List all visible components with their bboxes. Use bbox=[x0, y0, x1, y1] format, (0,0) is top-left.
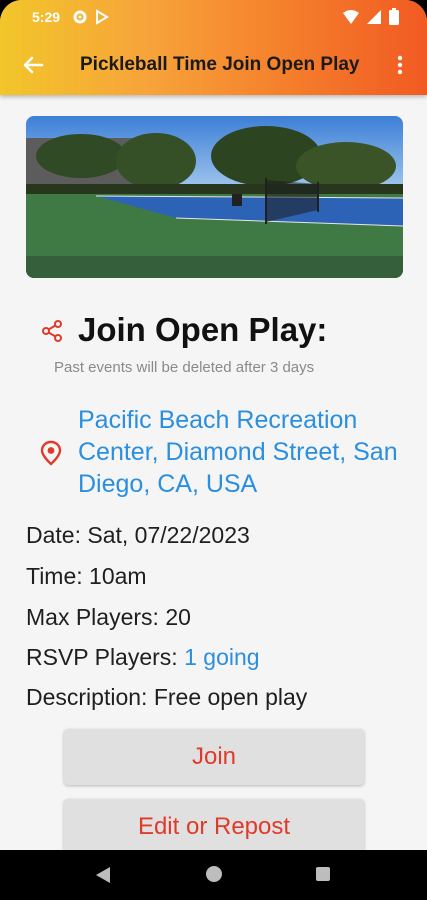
overflow-menu-button[interactable] bbox=[387, 50, 413, 80]
max-players: Max Players: 20 bbox=[26, 604, 191, 630]
edit-repost-button[interactable]: Edit or Repost bbox=[64, 799, 364, 855]
more-vert-icon bbox=[397, 55, 403, 75]
status-bar: 5:29 bbox=[0, 0, 427, 36]
status-icons-right bbox=[343, 8, 399, 25]
battery-icon bbox=[389, 8, 399, 25]
nav-home-icon[interactable] bbox=[206, 866, 222, 882]
play-store-icon bbox=[96, 9, 109, 25]
event-time: Time: 10am bbox=[26, 563, 147, 589]
screen: 5:29 Pickleball Time Join Open Play Join… bbox=[0, 0, 427, 900]
event-date: Date: Sat, 07/22/2023 bbox=[26, 522, 250, 548]
signal-icon bbox=[367, 9, 381, 24]
app-bar: Pickleball Time Join Open Play bbox=[0, 36, 427, 95]
rsvp-going-link[interactable]: 1 going bbox=[184, 644, 259, 670]
nav-back-icon[interactable] bbox=[96, 867, 110, 883]
past-events-note: Past events will be deleted after 3 days bbox=[54, 359, 315, 376]
event-description: Description: Free open play bbox=[26, 684, 308, 710]
location-link[interactable]: Pacific Beach Recreation Center, Diamond… bbox=[78, 404, 408, 500]
wifi-icon bbox=[343, 9, 359, 24]
rsvp-label: RSVP Players: bbox=[26, 644, 185, 670]
arrow-back-icon bbox=[23, 56, 44, 74]
status-icons-left bbox=[72, 9, 110, 25]
nav-recents-icon[interactable] bbox=[316, 867, 330, 881]
rsvp-players: RSVP Players: 1 going bbox=[26, 644, 260, 671]
settings-icon bbox=[73, 10, 87, 24]
app-title: Pickleball Time Join Open Play bbox=[80, 54, 360, 75]
system-nav-bar bbox=[0, 850, 427, 900]
location-pin-icon bbox=[38, 440, 64, 466]
status-time: 5:29 bbox=[32, 9, 61, 25]
back-button[interactable] bbox=[18, 50, 48, 80]
top-bar: 5:29 Pickleball Time Join Open Play bbox=[0, 0, 427, 95]
court-photo bbox=[26, 116, 403, 278]
share-icon[interactable] bbox=[40, 319, 64, 343]
join-button[interactable]: Join bbox=[64, 729, 364, 785]
event-heading: Join Open Play: bbox=[78, 311, 328, 348]
